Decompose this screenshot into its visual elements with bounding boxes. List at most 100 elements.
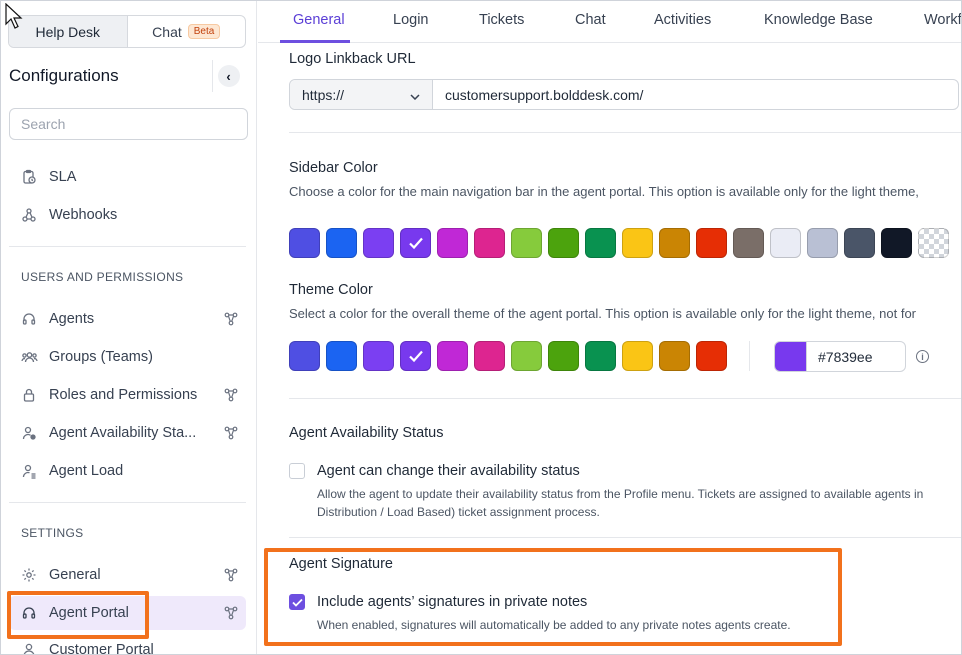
section-users-heading: USERS AND PERMISSIONS: [21, 270, 184, 284]
sidebar-item-webhooks[interactable]: Webhooks: [9, 198, 246, 232]
user-status-icon: [9, 425, 49, 441]
color-swatch[interactable]: [659, 228, 690, 258]
lock-icon: [9, 387, 49, 403]
color-swatch[interactable]: [400, 341, 431, 371]
tab-knowledge-base[interactable]: Knowledge Base: [764, 12, 873, 28]
swatch-separator: [749, 341, 750, 371]
sidebar-item-agent-availability[interactable]: Agent Availability Sta...: [9, 416, 246, 450]
info-icon[interactable]: i: [916, 350, 929, 363]
availability-checkbox[interactable]: [289, 463, 305, 479]
tab-activities[interactable]: Activities: [654, 12, 711, 28]
color-swatch[interactable]: [622, 228, 653, 258]
color-swatch[interactable]: [363, 341, 394, 371]
app-window: Help Desk Chat Beta Configurations ‹ SLA…: [0, 0, 962, 655]
sidebar-item-agent-load[interactable]: Agent Load: [9, 454, 246, 488]
beta-badge: Beta: [187, 24, 221, 39]
signature-label: Agent Signature: [289, 556, 393, 572]
section-divider: [289, 132, 961, 133]
color-swatch[interactable]: [696, 341, 727, 371]
color-swatch[interactable]: [511, 341, 542, 371]
sidebar-color-description: Choose a color for the main navigation b…: [289, 184, 919, 199]
sidebar: Help Desk Chat Beta Configurations ‹ SLA…: [1, 1, 257, 654]
availability-checkbox-label: Agent can change their availability stat…: [317, 463, 580, 479]
users-icon: [9, 349, 49, 365]
share-icon: [216, 312, 246, 326]
section-settings-heading: SETTINGS: [21, 526, 84, 540]
chevron-down-icon: [410, 87, 420, 103]
tab-general[interactable]: General: [293, 12, 345, 28]
sidebar-title: Configurations: [9, 66, 119, 85]
availability-description-1: Allow the agent to update their availabi…: [317, 487, 924, 501]
tab-workflows[interactable]: Workf: [924, 12, 961, 28]
color-swatch[interactable]: [363, 228, 394, 258]
color-swatch[interactable]: [585, 341, 616, 371]
share-icon: [216, 388, 246, 402]
main-content: General Login Tickets Chat Activities Kn…: [258, 1, 961, 654]
user-load-icon: [9, 463, 49, 479]
section-divider: [289, 537, 961, 538]
sidebar-item-sla[interactable]: SLA: [9, 160, 246, 194]
color-swatch[interactable]: [400, 228, 431, 258]
color-swatch[interactable]: [289, 341, 320, 371]
color-swatch[interactable]: [733, 228, 764, 258]
availability-description-2: Distribution / Load Based) ticket assign…: [317, 505, 600, 519]
sidebar-item-agent-portal[interactable]: Agent Portal: [9, 596, 246, 630]
color-swatch[interactable]: [548, 228, 579, 258]
sidebar-item-roles[interactable]: Roles and Permissions: [9, 378, 246, 412]
color-swatch[interactable]: [585, 228, 616, 258]
gear-icon: [9, 567, 49, 583]
share-icon: [216, 426, 246, 440]
sidebar-divider: [9, 246, 246, 247]
color-swatch[interactable]: [326, 228, 357, 258]
color-swatch[interactable]: [437, 228, 468, 258]
color-swatch[interactable]: [326, 341, 357, 371]
color-swatch[interactable]: [696, 228, 727, 258]
sidebar-item-general[interactable]: General: [9, 558, 246, 592]
color-preview[interactable]: [775, 342, 807, 371]
chat-tab[interactable]: Chat Beta: [128, 16, 246, 47]
webhook-icon: [9, 207, 49, 223]
user-icon: [9, 642, 49, 654]
color-swatch[interactable]: [659, 341, 690, 371]
protocol-select[interactable]: https://: [290, 80, 433, 109]
tab-tickets[interactable]: Tickets: [479, 12, 524, 28]
sidebar-search-input[interactable]: [9, 108, 248, 140]
color-swatch[interactable]: [548, 341, 579, 371]
tab-chat[interactable]: Chat: [575, 12, 606, 28]
signature-checkbox[interactable]: [289, 594, 305, 610]
tab-login[interactable]: Login: [393, 12, 428, 28]
mouse-cursor-icon: [5, 2, 25, 36]
logo-linkback-url-input[interactable]: customersupport.bolddesk.com/: [433, 80, 643, 109]
color-swatch[interactable]: [437, 341, 468, 371]
signature-checkbox-label: Include agents’ signatures in private no…: [317, 594, 588, 610]
headset-icon: [9, 605, 49, 621]
theme-color-hex-input[interactable]: #7839ee: [774, 341, 906, 372]
sidebar-divider: [9, 502, 246, 503]
color-swatch[interactable]: [770, 228, 801, 258]
sidebar-item-agents[interactable]: Agents: [9, 302, 246, 336]
share-icon: [216, 606, 246, 620]
headset-icon: [9, 311, 49, 327]
helpdesk-tab[interactable]: Help Desk: [9, 16, 128, 47]
section-divider: [289, 398, 961, 399]
product-switch: Help Desk Chat Beta: [8, 15, 246, 48]
color-swatch[interactable]: [474, 341, 505, 371]
availability-label: Agent Availability Status: [289, 425, 444, 441]
sidebar-item-groups[interactable]: Groups (Teams): [9, 340, 246, 374]
color-swatch[interactable]: [622, 341, 653, 371]
active-tab-indicator: [280, 40, 350, 43]
sidebar-item-customer-portal[interactable]: Customer Portal: [9, 633, 246, 654]
color-swatch[interactable]: [474, 228, 505, 258]
color-swatch[interactable]: [807, 228, 838, 258]
settings-tabs: General Login Tickets Chat Activities Kn…: [258, 1, 961, 43]
collapse-sidebar-button[interactable]: ‹: [212, 60, 244, 92]
color-swatch[interactable]: [918, 228, 949, 258]
theme-color-label: Theme Color: [289, 282, 373, 298]
signature-description: When enabled, signatures will automatica…: [317, 618, 791, 632]
color-swatch[interactable]: [289, 228, 320, 258]
logo-linkback-field: https:// customersupport.bolddesk.com/: [289, 79, 959, 110]
color-swatch[interactable]: [844, 228, 875, 258]
color-swatch[interactable]: [881, 228, 912, 258]
color-swatch[interactable]: [511, 228, 542, 258]
theme-color-description: Select a color for the overall theme of …: [289, 306, 917, 321]
